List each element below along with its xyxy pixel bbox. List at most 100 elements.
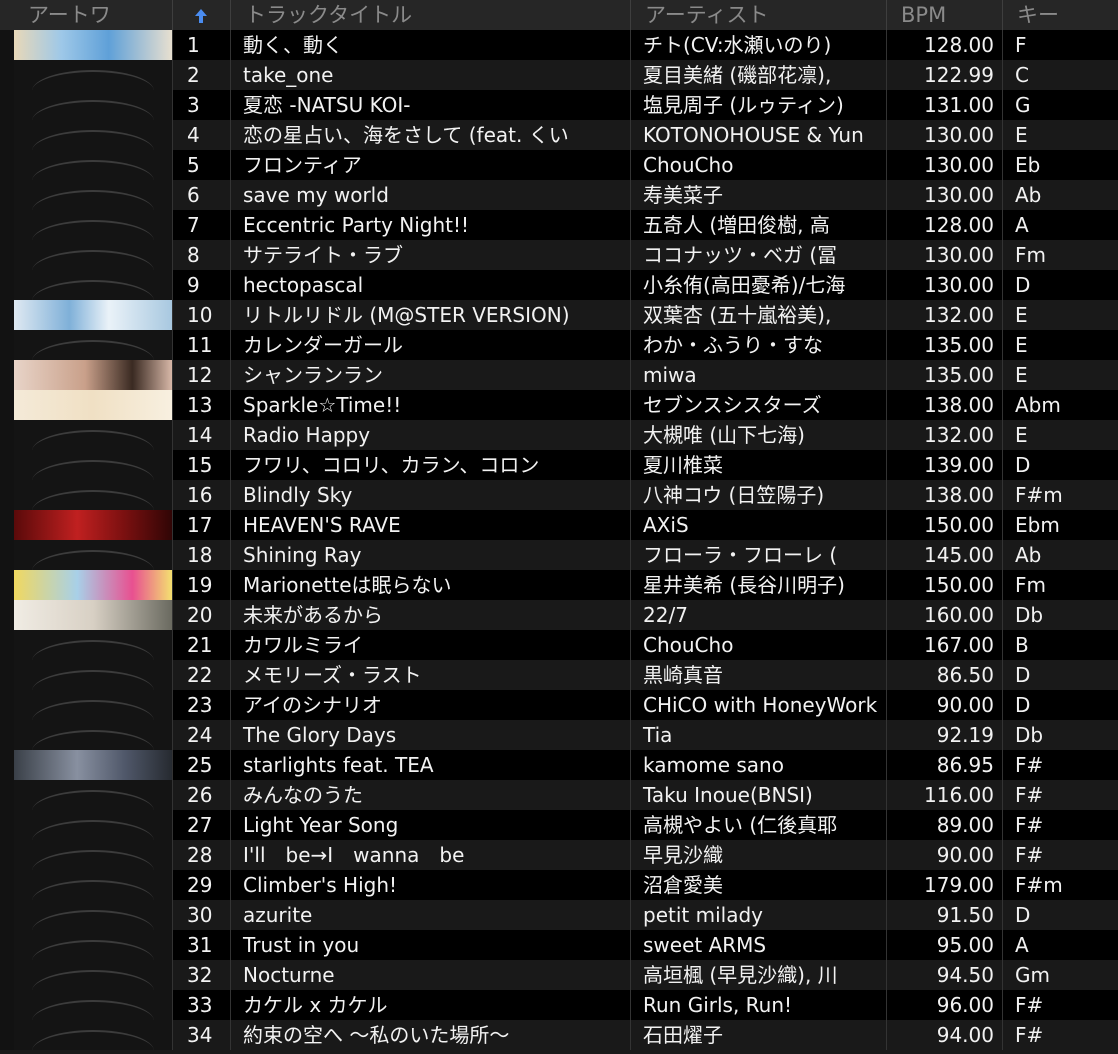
track-key: Ab <box>1002 540 1118 570</box>
track-bpm: 135.00 <box>886 360 1002 390</box>
track-title: azurite <box>230 900 630 930</box>
artwork-placeholder-icon <box>14 630 172 660</box>
track-title: starlights feat. TEA <box>230 750 630 780</box>
track-key: E <box>1002 420 1118 450</box>
table-row[interactable]: 11 カレンダーガール わか・ふうり・すな 135.00 E <box>0 330 1118 360</box>
table-row[interactable]: 34 約束の空へ ～私のいた場所～ 石田燿子 94.00 F# <box>0 1020 1118 1050</box>
table-row[interactable]: 9 hectopascal 小糸侑(高田憂希)/七海 130.00 D <box>0 270 1118 300</box>
table-row[interactable]: 7 Eccentric Party Night!! 五奇人 (増田俊樹, 高 128.… <box>0 210 1118 240</box>
artwork-placeholder-icon <box>14 930 172 960</box>
column-header-key[interactable]: キー <box>1002 0 1118 30</box>
track-number: 11 <box>172 330 230 360</box>
track-key: F# <box>1002 1020 1118 1050</box>
table-row[interactable]: 14 Radio Happy 大槻唯 (山下七海) 132.00 E <box>0 420 1118 450</box>
table-row[interactable]: 4 恋の星占い、海をさして (feat. くい KOTONOHOUSE & Yun 1… <box>0 120 1118 150</box>
table-row[interactable]: 33 カケル x カケル Run Girls, Run! 96.00 F# <box>0 990 1118 1020</box>
track-artist: kamome sano <box>630 750 886 780</box>
table-row[interactable]: 15 フワリ、コロリ、カラン、コロン 夏川椎菜 139.00 D <box>0 450 1118 480</box>
track-artist: Tia <box>630 720 886 750</box>
track-bpm: 132.00 <box>886 300 1002 330</box>
table-row[interactable]: 12 シャンランラン miwa 135.00 E <box>0 360 1118 390</box>
track-artist: チト(CV:水瀬いのり) <box>630 30 886 60</box>
artwork-cell <box>0 510 172 540</box>
track-key: Fm <box>1002 570 1118 600</box>
artwork-cell <box>0 480 172 510</box>
table-row[interactable]: 6 save my world 寿美菜子 130.00 Ab <box>0 180 1118 210</box>
table-row[interactable]: 30 azurite petit milady 91.50 D <box>0 900 1118 930</box>
artwork-cell <box>0 360 172 390</box>
table-row[interactable]: 17 HEAVEN'S RAVE AXiS 150.00 Ebm <box>0 510 1118 540</box>
track-number: 30 <box>172 900 230 930</box>
table-row[interactable]: 24 The Glory Days Tia 92.19 Db <box>0 720 1118 750</box>
artwork-cell <box>0 90 172 120</box>
track-title: Nocturne <box>230 960 630 990</box>
table-row[interactable]: 29 Climber's High! 沼倉愛美 179.00 F#m <box>0 870 1118 900</box>
track-number: 25 <box>172 750 230 780</box>
track-artist: 早見沙織 <box>630 840 886 870</box>
track-bpm: 94.00 <box>886 1020 1002 1050</box>
column-header-title[interactable]: トラックタイトル <box>230 0 630 30</box>
table-row[interactable]: 2 take_one 夏目美緒 (磯部花凛), 122.99 C <box>0 60 1118 90</box>
track-bpm: 92.19 <box>886 720 1002 750</box>
track-artist: 寿美菜子 <box>630 180 886 210</box>
column-header-artist[interactable]: アーティスト <box>630 0 886 30</box>
artwork-cell <box>0 630 172 660</box>
track-artist: miwa <box>630 360 886 390</box>
track-title: Trust in you <box>230 930 630 960</box>
track-title: カケル x カケル <box>230 990 630 1020</box>
table-row[interactable]: 10 リトルリドル (M@STER VERSION) 双葉杏 (五十嵐裕美), 132… <box>0 300 1118 330</box>
track-bpm: 128.00 <box>886 210 1002 240</box>
track-title: Sparkle☆Time!! <box>230 390 630 420</box>
track-number: 13 <box>172 390 230 420</box>
column-header-artwork[interactable]: アートワ <box>0 0 172 30</box>
table-row[interactable]: 28 I'll be→I wanna be 早見沙織 90.00 F# <box>0 840 1118 870</box>
track-number: 32 <box>172 960 230 990</box>
table-row[interactable]: 16 Blindly Sky 八神コウ (日笠陽子) 138.00 F#m <box>0 480 1118 510</box>
track-bpm: 86.50 <box>886 660 1002 690</box>
track-bpm: 130.00 <box>886 180 1002 210</box>
table-row[interactable]: 23 アイのシナリオ CHiCO with HoneyWork 90.00 D <box>0 690 1118 720</box>
track-rows: 1 動く、動く チト(CV:水瀬いのり) 128.00 F 2 take_one 夏目美緒 (… <box>0 30 1118 1050</box>
track-key: B <box>1002 630 1118 660</box>
track-title: みんなのうた <box>230 780 630 810</box>
track-artist: 沼倉愛美 <box>630 870 886 900</box>
table-row[interactable]: 1 動く、動く チト(CV:水瀬いのり) 128.00 F <box>0 30 1118 60</box>
track-key: E <box>1002 360 1118 390</box>
track-bpm: 90.00 <box>886 840 1002 870</box>
track-number: 1 <box>172 30 230 60</box>
track-artist: sweet ARMS <box>630 930 886 960</box>
track-artist: 星井美希 (長谷川明子) <box>630 570 886 600</box>
table-row[interactable]: 21 カワルミライ ChouCho 167.00 B <box>0 630 1118 660</box>
table-row[interactable]: 20 未来があるから 22/7 160.00 Db <box>0 600 1118 630</box>
column-header-number[interactable] <box>172 0 230 30</box>
track-bpm: 160.00 <box>886 600 1002 630</box>
table-row[interactable]: 18 Shining Ray フローラ・フローレ (145.00 Ab <box>0 540 1118 570</box>
track-key: E <box>1002 330 1118 360</box>
track-title: HEAVEN'S RAVE <box>230 510 630 540</box>
artwork-placeholder-icon <box>14 660 172 690</box>
track-bpm: 116.00 <box>886 780 1002 810</box>
track-artist: Run Girls, Run! <box>630 990 886 1020</box>
table-row[interactable]: 25 starlights feat. TEA kamome sano 86.95 F# <box>0 750 1118 780</box>
table-row[interactable]: 13 Sparkle☆Time!! セブンスシスターズ 138.00 Abm <box>0 390 1118 420</box>
track-bpm: 150.00 <box>886 510 1002 540</box>
track-number: 22 <box>172 660 230 690</box>
column-header-bpm[interactable]: BPM <box>886 0 1002 30</box>
table-row[interactable]: 5 フロンティア ChouCho 130.00 Eb <box>0 150 1118 180</box>
table-row[interactable]: 19 Marionetteは眠らない 星井美希 (長谷川明子) 150.00 Fm <box>0 570 1118 600</box>
table-row[interactable]: 31 Trust in you sweet ARMS 95.00 A <box>0 930 1118 960</box>
table-row[interactable]: 8 サテライト・ラブ ココナッツ・ベガ (冨 130.00 Fm <box>0 240 1118 270</box>
track-bpm: 167.00 <box>886 630 1002 660</box>
table-row[interactable]: 32 Nocturne 高垣楓 (早見沙織), 川 94.50 Gm <box>0 960 1118 990</box>
table-row[interactable]: 27 Light Year Song 高槻やよい (仁後真耶 89.00 F# <box>0 810 1118 840</box>
track-title: I'll be→I wanna be <box>230 840 630 870</box>
table-row[interactable]: 22 メモリーズ・ラスト 黒崎真音 86.50 D <box>0 660 1118 690</box>
track-bpm: 138.00 <box>886 480 1002 510</box>
track-bpm: 96.00 <box>886 990 1002 1020</box>
artwork-cell <box>0 330 172 360</box>
track-number: 6 <box>172 180 230 210</box>
table-row[interactable]: 3 夏恋 -NATSU KOI- 塩見周子 (ルゥティン) 131.00 G <box>0 90 1118 120</box>
track-number: 17 <box>172 510 230 540</box>
arrow-up-icon <box>195 9 207 23</box>
table-row[interactable]: 26 みんなのうた Taku Inoue(BNSI) 116.00 F# <box>0 780 1118 810</box>
